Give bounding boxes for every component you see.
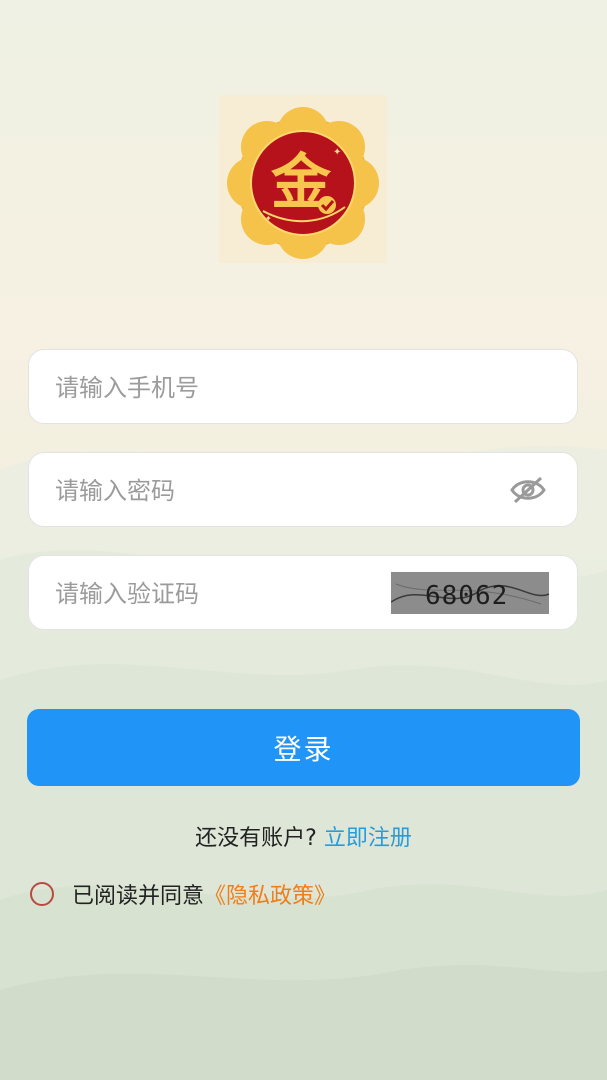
privacy-policy-link[interactable]: 《隐私政策》 — [204, 878, 336, 910]
svg-text:✦: ✦ — [265, 214, 272, 223]
login-screen: 金 ✦ ✦ 68062 — [0, 0, 607, 1080]
phone-field — [28, 349, 578, 425]
register-prompt: 还没有账户? 立即注册 — [0, 820, 607, 852]
eye-off-icon[interactable] — [509, 475, 547, 505]
register-prompt-text: 还没有账户? — [195, 826, 317, 851]
privacy-agreement: 已阅读并同意 《隐私政策》 — [30, 878, 336, 910]
agreement-text: 已阅读并同意 — [72, 884, 205, 909]
register-link[interactable]: 立即注册 — [324, 826, 412, 851]
agree-radio[interactable] — [30, 882, 54, 906]
login-button[interactable]: 登录 — [27, 709, 580, 786]
captcha-image[interactable]: 68062 — [390, 572, 550, 614]
svg-text:✦: ✦ — [333, 147, 341, 158]
captcha-field: 68062 — [28, 555, 578, 631]
password-field — [28, 452, 578, 528]
app-logo: 金 ✦ ✦ — [219, 95, 387, 263]
app-logo-icon: 金 ✦ ✦ — [219, 95, 387, 263]
phone-input[interactable] — [53, 350, 497, 425]
password-input[interactable] — [53, 453, 497, 528]
captcha-text: 68062 — [425, 581, 508, 611]
